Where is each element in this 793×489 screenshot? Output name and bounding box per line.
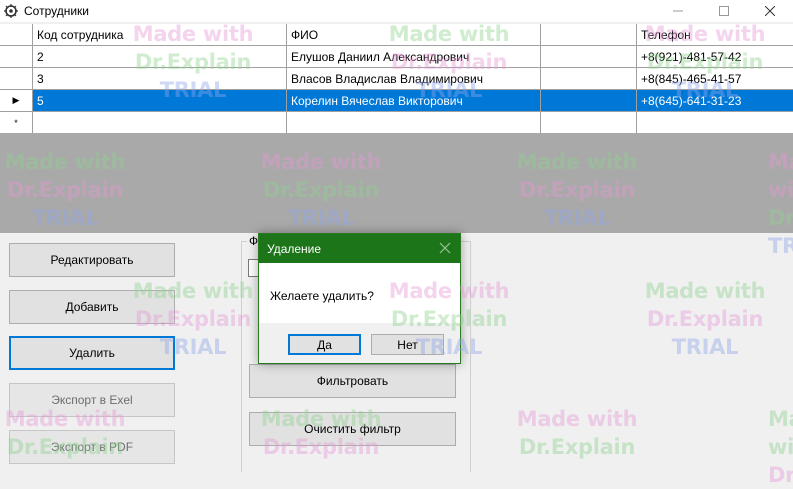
watermark-line: Made with (516, 407, 638, 431)
cell-fio[interactable]: Корелин Вячеслав Викторович (287, 90, 541, 112)
cell-empty[interactable] (541, 112, 637, 134)
add-button[interactable]: Добавить (9, 290, 175, 324)
cell-empty[interactable] (541, 46, 637, 68)
close-icon[interactable] (747, 0, 793, 22)
watermark-line: Dr.Explain (768, 463, 793, 487)
no-button[interactable]: Нет (371, 334, 444, 355)
cell-fio[interactable]: Елушов Даниил Александрович (287, 46, 541, 68)
close-icon[interactable] (438, 241, 452, 255)
watermark-line: Dr.Explain (646, 307, 764, 331)
delete-button[interactable]: Удалить (9, 336, 175, 370)
watermark-line: Dr.Explain (518, 435, 636, 459)
row-indicator[interactable] (0, 68, 33, 90)
column-header-phone[interactable]: Телефон (637, 24, 793, 46)
watermark: Made with Dr.Explain (768, 405, 793, 489)
watermark: Made with Dr.Explain (512, 405, 642, 461)
watermark-line: TRIAL (768, 234, 793, 258)
cell-phone[interactable]: +8(845)-465-41-57 (637, 68, 793, 90)
column-header-fio[interactable]: ФИО (287, 24, 541, 46)
row-indicator[interactable] (0, 46, 33, 68)
column-header-empty[interactable] (541, 24, 637, 46)
dialog-body: Желаете удалить? (259, 263, 460, 323)
cell-id[interactable]: 3 (33, 68, 287, 90)
maximize-icon[interactable] (701, 0, 747, 22)
cell-empty[interactable] (541, 68, 637, 90)
dialog-message: Желаете удалить? (270, 289, 374, 303)
watermark: Made with Dr.Explain TRIAL (640, 277, 770, 361)
export-pdf-button[interactable]: Экспорт в PDF (9, 430, 175, 464)
table-row-selected[interactable]: ▶ 5 Корелин Вячеслав Викторович +8(645)-… (0, 90, 793, 112)
cell-fio[interactable]: Власов Владислав Владимирович (287, 68, 541, 90)
grid-header: Код сотрудника ФИО Телефон (0, 24, 793, 46)
new-row-indicator[interactable]: * (0, 112, 33, 134)
filter-button[interactable]: Фильтровать (249, 364, 456, 398)
minimize-icon[interactable] (655, 0, 701, 22)
clear-filter-button[interactable]: Очистить фильтр (249, 412, 456, 446)
window-title: Сотрудники (24, 4, 89, 18)
cell-phone[interactable] (637, 112, 793, 134)
watermark-line: Made with (644, 279, 766, 303)
employees-grid[interactable]: Код сотрудника ФИО Телефон 2 Елушов Дани… (0, 24, 793, 134)
grid-empty-area (0, 133, 793, 233)
table-row[interactable]: 3 Власов Владислав Владимирович +8(845)-… (0, 68, 793, 90)
delete-dialog[interactable]: Удаление Желаете удалить? Да Нет (258, 233, 461, 364)
cell-id[interactable]: 2 (33, 46, 287, 68)
cell-empty[interactable] (541, 90, 637, 112)
row-header-corner[interactable] (0, 24, 33, 46)
cell-fio[interactable] (287, 112, 541, 134)
cell-id[interactable] (33, 112, 287, 134)
watermark-line: Made with (768, 407, 793, 459)
gear-icon[interactable] (4, 4, 18, 18)
row-indicator[interactable]: ▶ (0, 90, 33, 112)
new-row[interactable]: * (0, 112, 793, 134)
cell-phone[interactable]: +8(645)-641-31-23 (637, 90, 793, 112)
column-header-id[interactable]: Код сотрудника (33, 24, 287, 46)
dialog-title-bar: Удаление (259, 234, 460, 263)
title-bar: Сотрудники (0, 0, 793, 22)
edit-button[interactable]: Редактировать (9, 243, 175, 277)
cell-phone[interactable]: +8(921)-481-57-42 (637, 46, 793, 68)
dialog-title: Удаление (267, 241, 322, 256)
cell-id[interactable]: 5 (33, 90, 287, 112)
watermark-line: TRIAL (671, 335, 739, 359)
export-excel-button[interactable]: Экспорт в Exel (9, 383, 175, 417)
table-row[interactable]: 2 Елушов Даниил Александрович +8(921)-48… (0, 46, 793, 68)
yes-button[interactable]: Да (288, 334, 361, 355)
